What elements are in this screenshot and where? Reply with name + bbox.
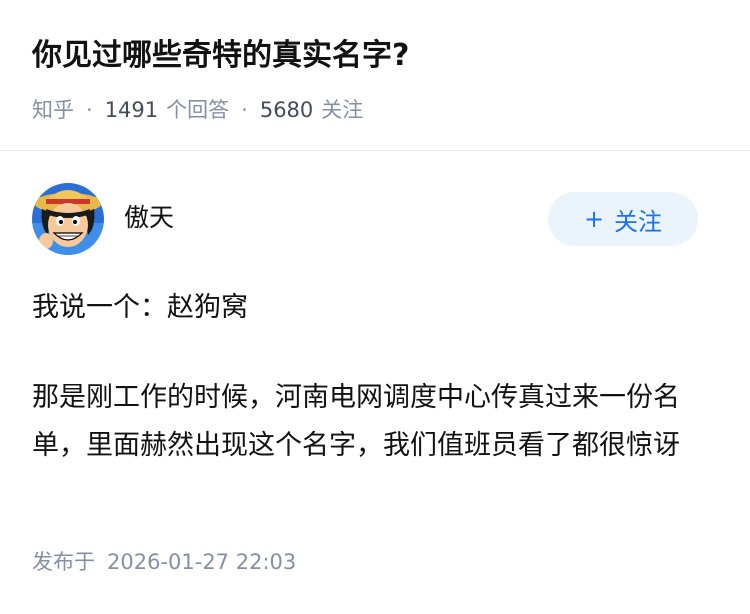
question-meta: 知乎 · 1491 个回答 · 5680 关注 [32, 93, 363, 127]
follow-button[interactable]: + 关注 [548, 192, 698, 246]
answer-count: 1491 [104, 98, 159, 122]
author-name[interactable]: 傲天 [124, 201, 174, 235]
plus-icon: + [583, 205, 605, 233]
answer-content: 我说一个：赵狗窝 那是刚工作的时候，河南电网调度中心传真过来一份名单，里面赫然出… [32, 284, 718, 470]
avatar-image [32, 183, 104, 255]
answer-count-label: 个回答 [166, 98, 230, 122]
answer-publish-time: 发布于 2026-01-27 22:03 [32, 545, 296, 579]
answer-author: 傲天 + 关注 [32, 183, 718, 257]
source-label[interactable]: 知乎 [32, 93, 74, 127]
avatar[interactable] [32, 183, 104, 255]
follower-count-label: 关注 [321, 98, 364, 122]
published-timestamp: 2026-01-27 22:03 [107, 550, 297, 574]
question-title[interactable]: 你见过哪些奇特的真实名字? [32, 34, 409, 78]
separator-dot: · [241, 98, 248, 122]
published-label: 发布于 [32, 550, 95, 574]
separator-dot: · [86, 98, 93, 122]
follow-button-label: 关注 [614, 207, 663, 236]
answer-paragraph: 那是刚工作的时候，河南电网调度中心传真过来一份名单，里面赫然出现这个名字，我们值… [32, 382, 680, 461]
question-header: 你见过哪些奇特的真实名字? 知乎 · 1491 个回答 · 5680 关注 [0, 0, 750, 151]
answer-paragraph: 我说一个：赵狗窝 [32, 292, 248, 323]
follower-count: 5680 [259, 98, 314, 122]
